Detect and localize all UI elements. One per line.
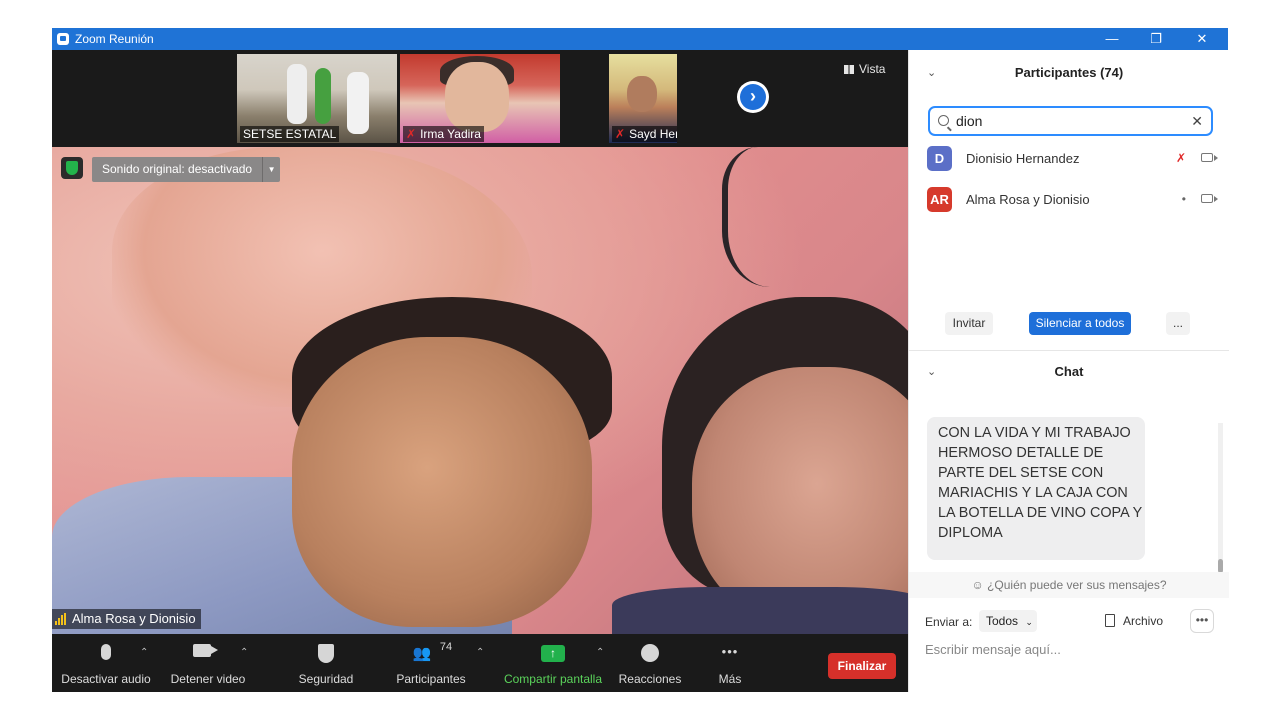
video-detail: [612, 587, 908, 634]
encryption-shield-icon[interactable]: [61, 157, 83, 179]
meeting-toolbar: ⌃ Desactivar audio ⌃ Detener video Segur…: [52, 634, 908, 692]
view-button[interactable]: Vista: [844, 62, 885, 76]
participant-name: Dionisio Hernandez: [966, 151, 1080, 166]
chevron-up-icon[interactable]: ⌃: [240, 647, 248, 658]
chat-scrollbar[interactable]: [1218, 423, 1223, 573]
chevron-down-icon[interactable]: ▼: [262, 157, 280, 182]
send-to-select[interactable]: Todos ⌄: [979, 610, 1037, 632]
active-speaker-video: Sonido original: desactivado ▼: [52, 147, 908, 634]
participant-name: Alma Rosa y Dionisio: [966, 192, 1090, 207]
participant-row[interactable]: D Dionisio Hernandez ✗: [927, 144, 1218, 174]
more-dots-icon: •••: [721, 644, 739, 659]
end-meeting-button[interactable]: Finalizar: [828, 653, 896, 679]
more-button[interactable]: ••• Más: [702, 634, 758, 692]
chevron-up-icon[interactable]: ⌃: [596, 647, 604, 658]
zoom-window: Zoom Reunión — ❐ ✕ SETSE ESTATAL ✗ Irma Y…: [52, 28, 1229, 692]
invite-button[interactable]: Invitar: [945, 312, 993, 335]
camera-icon: [193, 644, 218, 662]
mic-muted-icon: ✗: [615, 127, 626, 141]
thumbnail-sayd-hernandez[interactable]: ✗Sayd Hernan...: [609, 54, 677, 143]
original-sound-button[interactable]: Sonido original: desactivado ▼: [92, 157, 281, 182]
chevron-right-icon: ›: [750, 86, 756, 106]
clear-search-icon[interactable]: ✕: [1191, 108, 1203, 134]
avatar: AR: [927, 187, 952, 212]
thumbnail-irma-yadira[interactable]: ✗ Irma Yadira: [400, 54, 560, 143]
chat-message-input[interactable]: Escribir mensaje aquí...: [925, 642, 1215, 657]
shield-icon: [318, 644, 334, 668]
participant-search-input[interactable]: dion ✕: [928, 106, 1213, 136]
thumbnail-strip: SETSE ESTATAL ✗Irma Yadira ✗Sayd Hernan.…: [52, 50, 908, 146]
zoom-app-icon: [57, 33, 69, 45]
video-area: SETSE ESTATAL ✗Irma Yadira ✗Sayd Hernan.…: [52, 50, 908, 634]
smiley-add-icon: [641, 644, 659, 667]
chevron-up-icon[interactable]: ⌃: [476, 647, 484, 658]
mic-muted-icon: ✗: [406, 127, 417, 141]
participants-header: ⌄ Participantes (74): [909, 59, 1229, 87]
video-detail: [722, 147, 842, 287]
stop-video-button[interactable]: ⌃ Detener video: [164, 634, 252, 692]
participants-button[interactable]: 👥 74 ⌃ Participantes: [392, 634, 484, 692]
video-camera-icon: [1201, 194, 1218, 203]
thumbnail-figure: [315, 68, 331, 124]
title-bar: Zoom Reunión — ❐ ✕: [52, 28, 1228, 50]
next-page-button[interactable]: ›: [737, 81, 769, 113]
thumbnail-label: ✗ Irma Yadira: [403, 126, 484, 142]
send-to-label: Enviar a:: [925, 615, 973, 629]
signal-strength-icon: [55, 613, 69, 625]
search-icon: [938, 115, 949, 126]
reactions-button[interactable]: Reacciones: [614, 634, 686, 692]
grid-icon: [844, 65, 854, 74]
video-camera-icon: [1201, 153, 1218, 162]
mic-muted-icon: ✗: [1175, 151, 1186, 165]
minimize-button[interactable]: —: [1092, 30, 1132, 48]
thumbnail-label: ✗Sayd Hernan...: [612, 126, 677, 142]
chat-more-button[interactable]: •••: [1190, 609, 1214, 633]
microphone-icon: [101, 644, 111, 660]
window-title: Zoom Reunión: [75, 32, 154, 46]
chevron-down-icon[interactable]: ⌄: [927, 358, 936, 386]
close-window-button[interactable]: ✕: [1182, 30, 1222, 48]
thumbnail-label: SETSE ESTATAL: [240, 126, 340, 142]
thumbnail-figure: [347, 72, 369, 134]
share-screen-button[interactable]: ↑ ⌃ Compartir pantalla: [498, 634, 608, 692]
participant-row[interactable]: AR Alma Rosa y Dionisio •: [927, 185, 1218, 215]
person-icon: ☺: [971, 578, 984, 592]
file-button[interactable]: Archivo: [1105, 614, 1163, 628]
participants-icon: 👥: [412, 645, 432, 662]
thumbnail-figure: [627, 76, 657, 112]
share-screen-icon: ↑: [541, 644, 565, 662]
avatar: D: [927, 146, 952, 171]
video-detail: [292, 337, 592, 627]
restore-button[interactable]: ❐: [1136, 30, 1176, 48]
chevron-down-icon: ⌄: [1025, 617, 1033, 627]
thumbnail-figure: [287, 64, 307, 124]
chat-header: ⌄ Chat: [909, 358, 1229, 386]
divider: [909, 350, 1229, 351]
participants-count: 74: [439, 641, 453, 653]
file-icon: [1105, 614, 1115, 627]
chat-message: GRACIAS MUY AGRADECIDA CON LA VIDA Y MI …: [927, 417, 1145, 560]
chat-message-text: GRACIAS MUY AGRADECIDA CON LA VIDA Y MI …: [938, 417, 1142, 541]
chevron-up-icon[interactable]: ⌃: [140, 647, 148, 658]
speaker-name-tag: Alma Rosa y Dionisio: [52, 609, 201, 629]
mute-audio-button[interactable]: ⌃ Desactivar audio: [58, 634, 154, 692]
message-visibility-info[interactable]: ☺ ¿Quién puede ver sus mensajes?: [909, 572, 1229, 598]
side-panel: ⌄ Participantes (74) dion ✕ D Dionisio H…: [908, 50, 1229, 692]
mute-all-button[interactable]: Silenciar a todos: [1029, 312, 1131, 335]
security-button[interactable]: Seguridad: [292, 634, 360, 692]
participants-more-button[interactable]: ...: [1166, 312, 1190, 335]
chevron-down-icon[interactable]: ⌄: [927, 59, 936, 87]
thumbnail-figure: [445, 62, 509, 132]
microphone-icon: •: [1181, 192, 1186, 206]
thumbnail-setse-estatal[interactable]: SETSE ESTATAL: [237, 54, 397, 143]
